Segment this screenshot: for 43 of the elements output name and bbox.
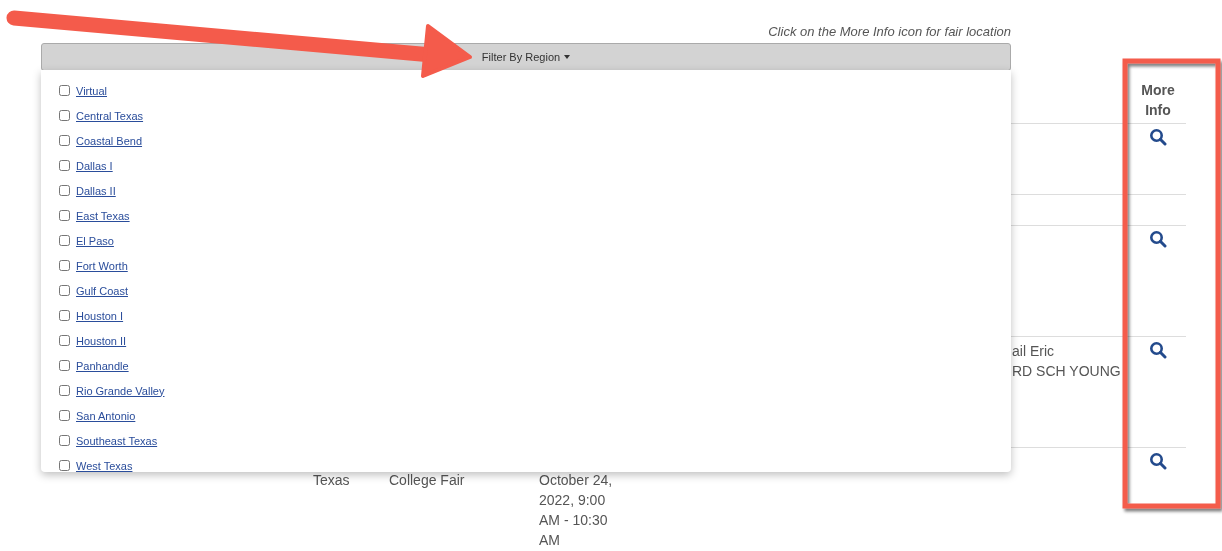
region-link[interactable]: Houston I xyxy=(76,309,124,322)
region-link[interactable]: East Texas xyxy=(76,209,130,222)
region-checkbox[interactable] xyxy=(59,160,70,171)
search-icon[interactable] xyxy=(1149,230,1167,248)
region-checkbox[interactable] xyxy=(59,260,70,271)
table-cell-text: ail Eric RD SCH YOUNG xyxy=(1011,342,1122,381)
region-checkbox[interactable] xyxy=(59,310,70,321)
search-icon[interactable] xyxy=(1149,341,1167,359)
region-link[interactable]: Houston II xyxy=(76,334,127,347)
region-checkbox[interactable] xyxy=(59,435,70,446)
region-checkbox[interactable] xyxy=(59,85,70,96)
region-checkbox[interactable] xyxy=(59,360,70,371)
column-header: More Info xyxy=(1140,81,1176,120)
region-checkbox[interactable] xyxy=(59,410,70,421)
table-cell-text: College Fair xyxy=(389,471,466,490)
caret-icon xyxy=(564,55,571,59)
region-checkbox[interactable] xyxy=(59,285,70,296)
region-link[interactable]: Southeast Texas xyxy=(76,434,158,447)
region-link[interactable]: West Texas xyxy=(76,459,133,472)
region-link[interactable]: Dallas II xyxy=(76,184,116,197)
search-icon[interactable] xyxy=(1149,128,1167,146)
region-checkbox[interactable] xyxy=(59,385,70,396)
region-checkbox[interactable] xyxy=(59,210,70,221)
search-icon[interactable] xyxy=(1149,452,1167,470)
region-link[interactable]: Fort Worth xyxy=(76,259,128,272)
region-link[interactable]: Virtual xyxy=(76,84,107,97)
region-link[interactable]: San Antonio xyxy=(76,409,136,422)
table-cell-text: October 24, 2022, 9:00 AM - 10:30 AM xyxy=(539,471,614,550)
table-cell-text: Texas xyxy=(313,471,351,490)
region-checkbox[interactable] xyxy=(59,135,70,146)
region-link[interactable]: Rio Grande Valley xyxy=(76,384,165,397)
region-link[interactable]: Panhandle xyxy=(76,359,129,372)
instruction-note: Click on the More Info icon for fair location xyxy=(768,24,1011,39)
region-link[interactable]: Coastal Bend xyxy=(76,134,143,147)
region-link[interactable]: El Paso xyxy=(76,234,114,247)
region-checkbox[interactable] xyxy=(59,335,70,346)
region-checkbox[interactable] xyxy=(59,185,70,196)
region-checkbox[interactable] xyxy=(59,460,70,471)
region-checkbox[interactable] xyxy=(59,110,70,121)
region-checkbox[interactable] xyxy=(59,235,70,246)
region-link[interactable]: Central Texas xyxy=(76,109,144,122)
region-link[interactable]: Gulf Coast xyxy=(76,284,128,297)
region-link[interactable]: Dallas I xyxy=(76,159,113,172)
